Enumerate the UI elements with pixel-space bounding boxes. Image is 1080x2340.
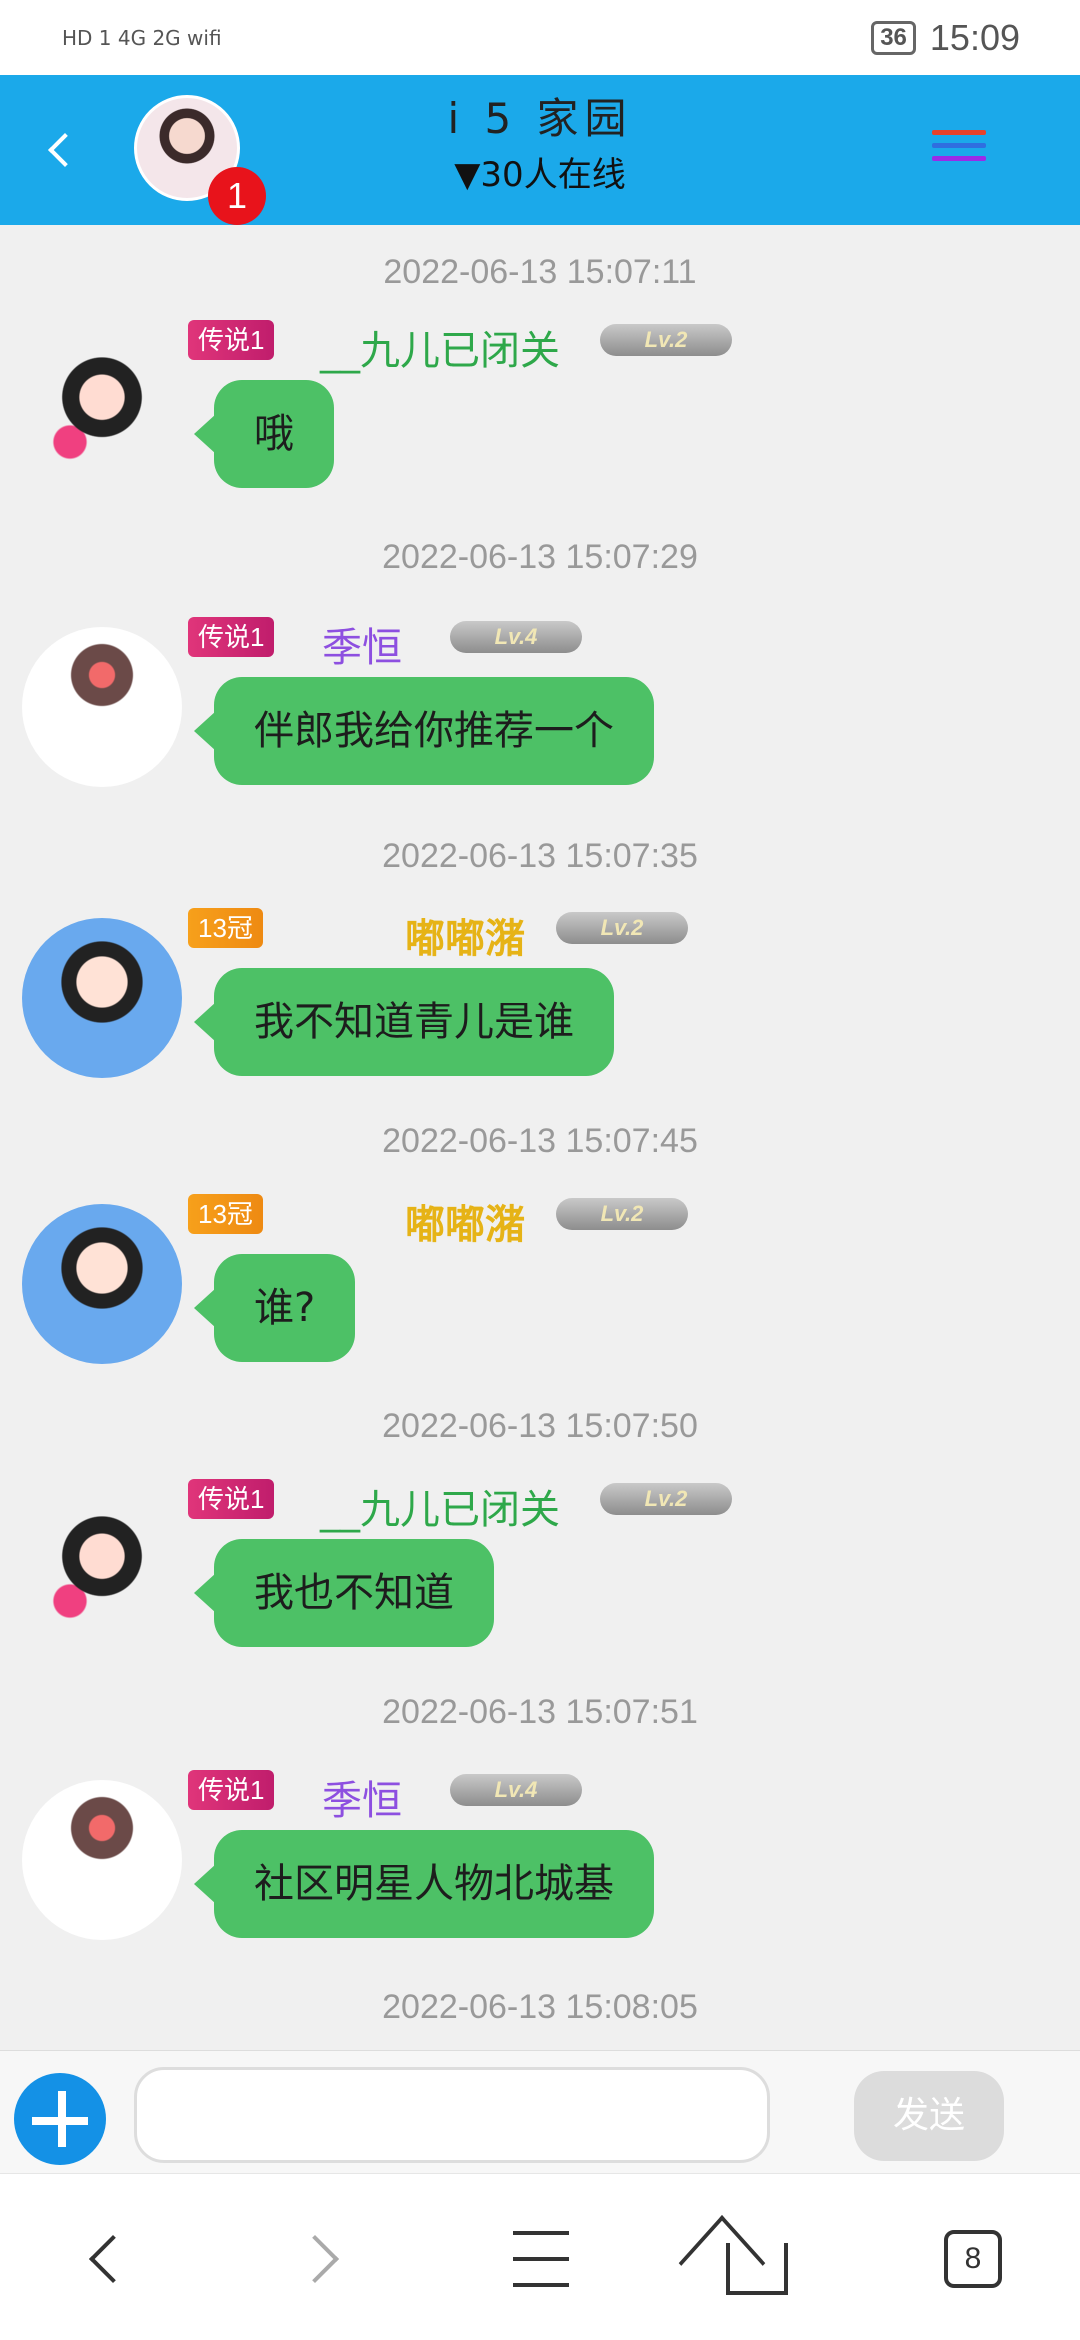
timestamp: 2022-06-13 15:08:05	[382, 1988, 698, 2026]
message-item: 13冠 嘟嘟潴 Lv.2 谁?	[0, 1194, 1080, 1414]
level-badge: Lv.2	[556, 1198, 688, 1230]
chat-list[interactable]: 2022-06-13 15:07:11 传说1 __九儿已闭关 Lv.2 哦 2…	[0, 225, 1080, 2050]
message-bubble[interactable]: 伴郎我给你推荐一个	[194, 677, 654, 785]
title-badge: 13冠	[188, 908, 263, 948]
nickname[interactable]: 嘟嘟潴	[405, 1192, 525, 1250]
online-count-toggle[interactable]: ▼30人在线	[0, 147, 1080, 196]
nickname[interactable]: 季恒	[322, 615, 402, 673]
message-item: 13冠 嘟嘟潴 Lv.2 我不知道青儿是谁	[0, 908, 1080, 1128]
avatar[interactable]	[22, 627, 182, 787]
nickname[interactable]: 季恒	[322, 1768, 402, 1826]
message-item: 传说1 季恒 Lv.4 社区明星人物北城基	[0, 1770, 1080, 1990]
level-badge: Lv.4	[450, 621, 582, 653]
title-badge: 传说1	[188, 1479, 275, 1519]
chevron-right-icon	[290, 2234, 340, 2284]
status-right: 36 15:09	[871, 17, 1020, 59]
avatar[interactable]	[22, 1780, 182, 1940]
status-bar: HD 1 4G 2G wifi 36 15:09	[0, 0, 1080, 75]
home-icon	[726, 2243, 788, 2295]
message-item: 传说1 季恒 Lv.4 伴郎我给你推荐一个	[0, 617, 1080, 837]
avatar[interactable]	[22, 1204, 182, 1364]
nav-home-button[interactable]	[712, 2214, 802, 2304]
message-item: 传说1 __九儿已闭关 Lv.2 我也不知道	[0, 1479, 1080, 1699]
nickname[interactable]: __九儿已闭关	[320, 1477, 560, 1535]
message-bubble[interactable]: 我也不知道	[194, 1539, 494, 1647]
level-badge: Lv.2	[556, 912, 688, 944]
input-bar: 发送	[0, 2050, 1080, 2173]
avatar[interactable]	[22, 918, 182, 1078]
send-button[interactable]: 发送	[854, 2071, 1004, 2161]
nav-forward-button[interactable]	[278, 2214, 368, 2304]
timestamp: 2022-06-13 15:07:51	[382, 1693, 698, 1731]
title-badge: 传说1	[188, 320, 275, 360]
battery-indicator: 36	[871, 20, 916, 55]
add-button[interactable]	[14, 2073, 106, 2165]
nickname[interactable]: 嘟嘟潴	[405, 906, 525, 964]
message-item: 传说1 __九儿已闭关 Lv.2 哦	[0, 320, 1080, 540]
message-bubble[interactable]: 我不知道青儿是谁	[194, 968, 614, 1076]
clock: 15:09	[929, 16, 1020, 58]
timestamp: 2022-06-13 15:07:45	[382, 1122, 698, 1160]
nav-tabs-button[interactable]: 8	[928, 2214, 1018, 2304]
level-badge: Lv.2	[600, 1483, 732, 1515]
message-input[interactable]	[134, 2067, 770, 2163]
nav-back-button[interactable]	[60, 2214, 150, 2304]
message-bubble[interactable]: 哦	[194, 380, 334, 488]
nickname[interactable]: __九儿已闭关	[320, 318, 560, 376]
timestamp: 2022-06-13 15:07:50	[382, 1407, 698, 1445]
nav-menu-button[interactable]	[496, 2214, 586, 2304]
level-badge: Lv.4	[450, 1774, 582, 1806]
level-badge: Lv.2	[600, 324, 732, 356]
room-title: i 5 家园	[447, 94, 633, 143]
tabs-count: 8	[944, 2230, 1002, 2288]
status-left-icons: HD 1 4G 2G wifi	[62, 25, 222, 50]
message-bubble[interactable]: 谁?	[193, 1254, 356, 1362]
title-badge: 13冠	[188, 1194, 263, 1234]
title-badge: 传说1	[188, 1770, 275, 1810]
chat-header: 1 i 5 家园 ▼30人在线	[0, 75, 1080, 225]
timestamp: 2022-06-13 15:07:29	[382, 538, 698, 576]
avatar[interactable]	[22, 1489, 182, 1649]
message-bubble[interactable]: 社区明星人物北城基	[194, 1830, 654, 1938]
avatar[interactable]	[22, 330, 182, 490]
timestamp: 2022-06-13 15:07:11	[383, 253, 697, 291]
chevron-left-icon	[88, 2234, 138, 2284]
browser-nav-bar: 8	[0, 2173, 1080, 2340]
title-badge: 传说1	[188, 617, 275, 657]
timestamp: 2022-06-13 15:07:35	[382, 837, 698, 875]
menu-button[interactable]	[932, 130, 986, 172]
